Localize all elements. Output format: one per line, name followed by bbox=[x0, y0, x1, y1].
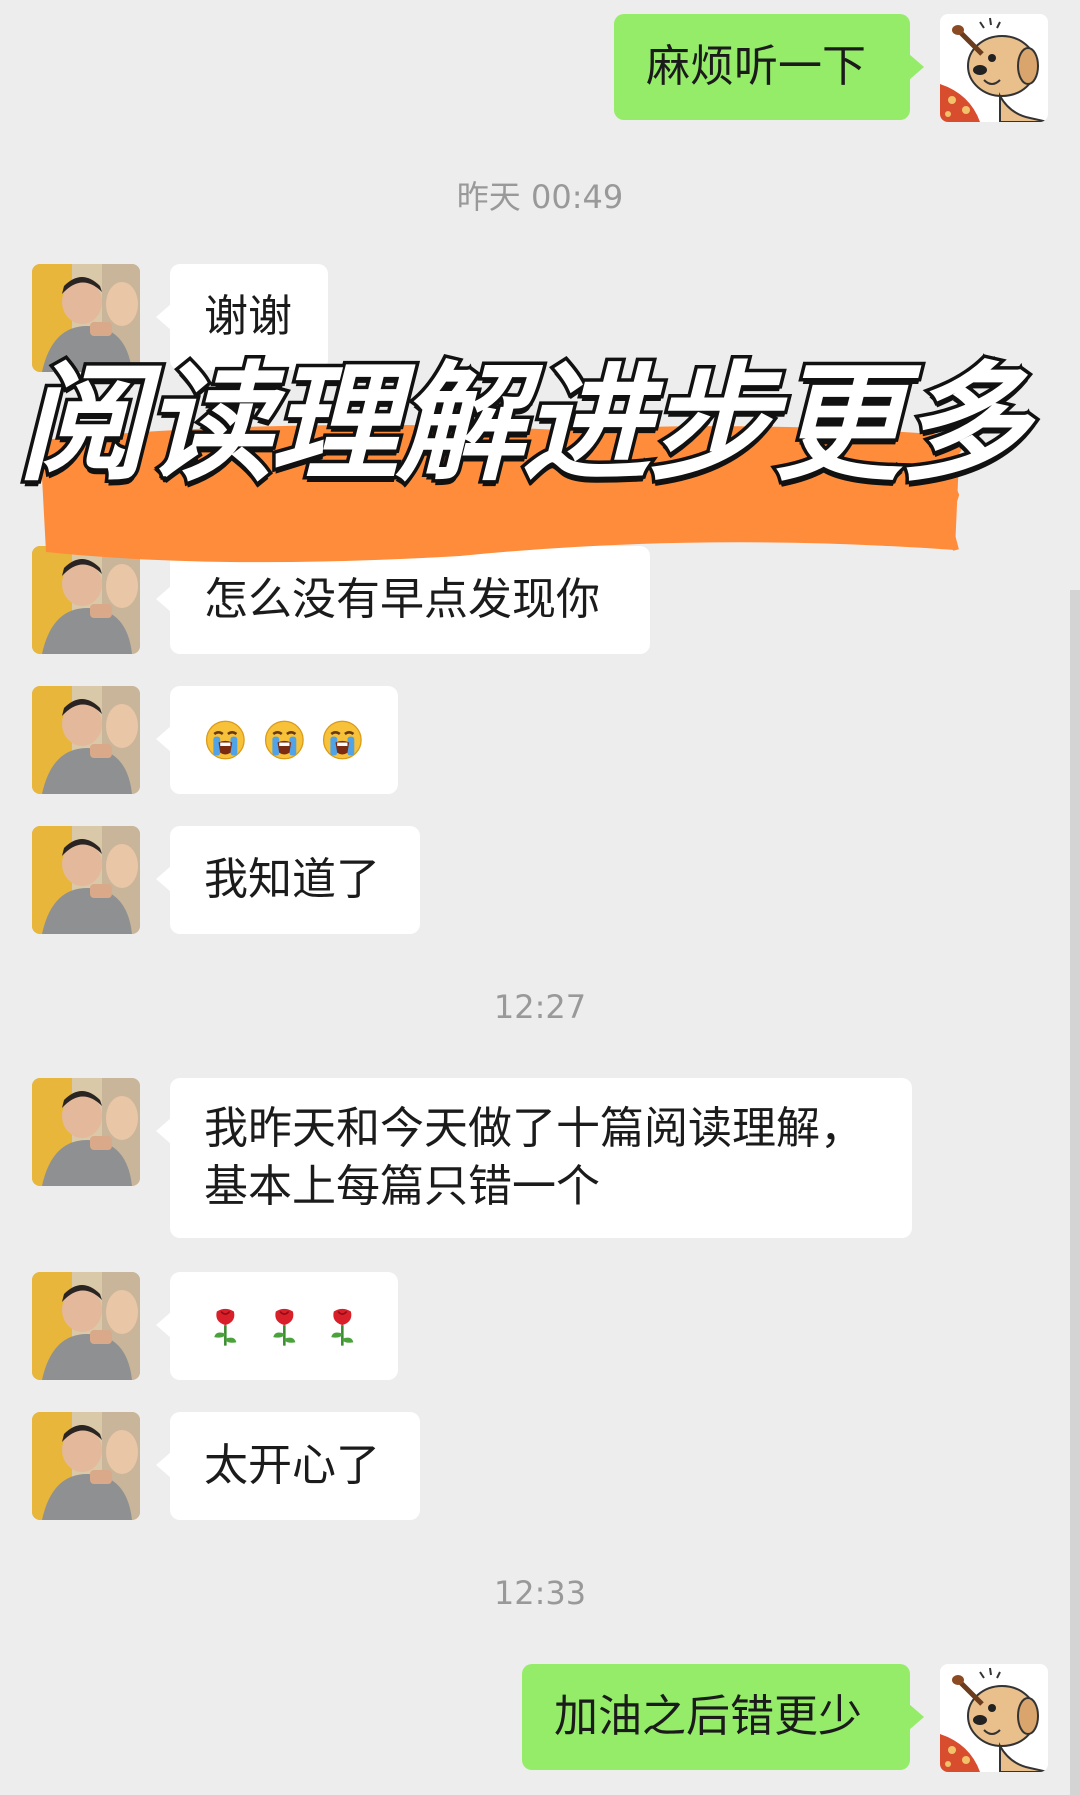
contact-avatar[interactable] bbox=[32, 1412, 140, 1520]
rose-icon bbox=[263, 1301, 306, 1351]
message-text: 加油之后错更少 bbox=[554, 1691, 862, 1742]
message-text: 怎么没有早点发现你 bbox=[204, 574, 600, 625]
incoming-message-6[interactable]: 我昨天和今天做了十篇阅读理解， 基本上每篇只错一个 bbox=[156, 1078, 912, 1238]
crying-face-icon bbox=[321, 715, 364, 765]
incoming-message-7[interactable] bbox=[156, 1272, 398, 1380]
self-avatar[interactable] bbox=[940, 1664, 1048, 1772]
rose-icon bbox=[321, 1301, 364, 1351]
timestamp: 12:33 bbox=[493, 1574, 587, 1612]
rose-icon bbox=[204, 1301, 247, 1351]
contact-avatar[interactable] bbox=[32, 1078, 140, 1186]
banner-title: 阅读理解进步更多 bbox=[15, 347, 1032, 503]
outgoing-message-1[interactable]: 麻烦听一下 bbox=[614, 14, 924, 120]
incoming-message-5[interactable]: 我知道了 bbox=[156, 826, 420, 934]
message-text: 太开心了 bbox=[204, 1440, 380, 1491]
crying-face-icon bbox=[263, 715, 306, 765]
message-text-line: 基本上每篇只错一个 bbox=[204, 1161, 600, 1212]
outgoing-message-9[interactable]: 加油之后错更少 bbox=[522, 1664, 924, 1770]
message-text: 我知道了 bbox=[204, 854, 380, 905]
incoming-message-4[interactable] bbox=[156, 686, 398, 794]
message-text: 麻烦听一下 bbox=[646, 41, 866, 92]
scrollbar[interactable] bbox=[1070, 590, 1080, 1795]
timestamp: 昨天 00:49 bbox=[456, 178, 624, 216]
contact-avatar[interactable] bbox=[32, 826, 140, 934]
contact-avatar[interactable] bbox=[32, 686, 140, 794]
message-text-line: 我昨天和今天做了十篇阅读理解， bbox=[204, 1103, 864, 1154]
incoming-message-8[interactable]: 太开心了 bbox=[156, 1412, 420, 1520]
timestamp: 12:27 bbox=[493, 988, 587, 1026]
contact-avatar[interactable] bbox=[32, 1272, 140, 1380]
self-avatar[interactable] bbox=[940, 14, 1048, 122]
crying-face-icon bbox=[204, 715, 247, 765]
